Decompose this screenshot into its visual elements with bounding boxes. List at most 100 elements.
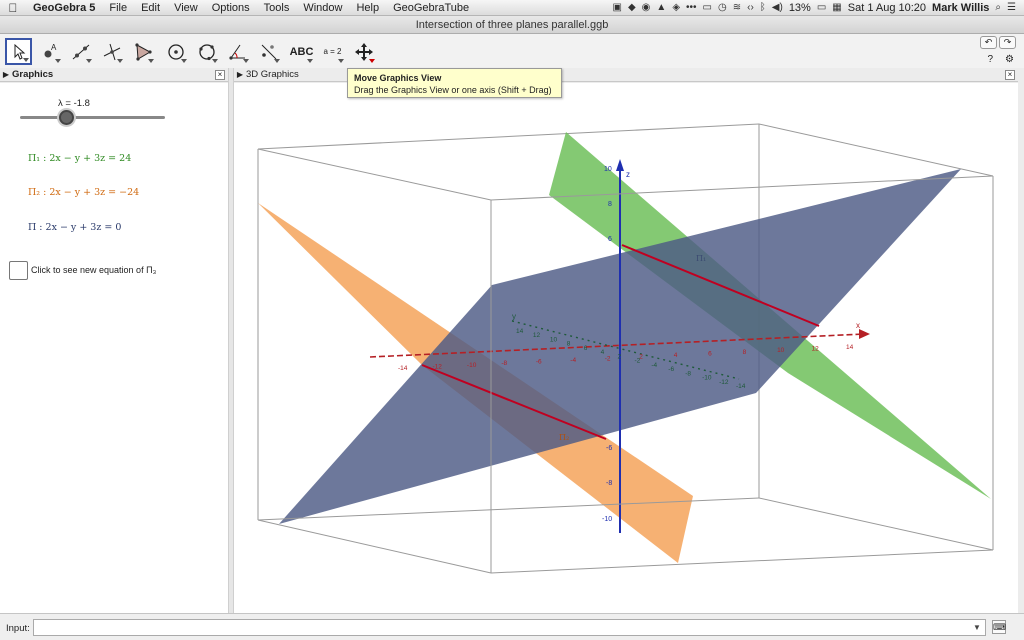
menu-app-name[interactable]: GeoGebra 5: [26, 2, 102, 14]
y-tick-label: 2: [618, 353, 622, 360]
circle-tool-button[interactable]: [162, 38, 189, 65]
dropbox-icon[interactable]: ▣: [613, 2, 622, 13]
volume-icon[interactable]: ◀): [772, 2, 783, 13]
plane-pi-equation[interactable]: Π : 2x − y + 3z = 0: [28, 222, 121, 233]
x-tick-label: -4: [570, 357, 576, 364]
spotlight-icon[interactable]: ⌕: [995, 2, 1001, 13]
line-tool-button[interactable]: [67, 38, 94, 65]
new-equation-checkbox[interactable]: [9, 261, 28, 280]
graphics-panel-header: ▶ Graphics ×: [0, 68, 228, 82]
lambda-slider-track[interactable]: [20, 116, 165, 119]
apple-icon[interactable]: : [0, 1, 26, 15]
code-icon[interactable]: ‹›: [747, 2, 754, 13]
polygon-tool-button[interactable]: [129, 38, 156, 65]
keyboard-icon[interactable]: ⌨: [992, 620, 1006, 634]
angle-tool-button[interactable]: [224, 38, 251, 65]
battery-percent[interactable]: 13%: [789, 2, 811, 14]
redo-button[interactable]: ↷: [999, 36, 1016, 49]
z-tick-label: 6: [608, 236, 612, 243]
flag-icon[interactable]: ▦: [832, 2, 841, 13]
notification-center-icon[interactable]: ☰: [1007, 2, 1016, 13]
x-tick-label: -14: [398, 365, 408, 372]
menu-options[interactable]: Options: [205, 2, 257, 14]
perpendicular-line-tool-button[interactable]: [98, 38, 125, 65]
menu-geogebratube[interactable]: GeoGebraTube: [386, 2, 476, 14]
ellipsis-icon[interactable]: •••: [686, 2, 697, 13]
plane-pi1-equation[interactable]: Π₁ : 2x − y + 3z = 24: [28, 153, 131, 164]
x-tick-label: 6: [708, 350, 712, 357]
drive-icon[interactable]: ▲: [656, 2, 666, 13]
redo-icon: ↷: [1003, 37, 1012, 47]
gear-icon[interactable]: ⚙: [1005, 54, 1014, 65]
close-icon[interactable]: ×: [1005, 70, 1015, 80]
x-tick-label: 8: [743, 349, 747, 356]
collapse-arrow-icon[interactable]: ▶: [234, 68, 246, 82]
help-button[interactable]: ?: [987, 54, 993, 65]
y-tick-label: -2: [634, 358, 640, 365]
y-tick-label: 4: [601, 349, 605, 356]
mac-menu-bar:  GeoGebra 5 File Edit View Options Tool…: [0, 0, 1024, 16]
z-tick-label: 10: [604, 166, 612, 173]
menubar-user[interactable]: Mark Willis: [932, 2, 989, 14]
lambda-slider-handle[interactable]: [59, 110, 74, 125]
x-tick-label: -10: [467, 362, 477, 369]
slider-tool-button[interactable]: a = 2: [319, 38, 346, 65]
x-axis-arrow-icon: [859, 329, 870, 339]
plane-pi2-equation[interactable]: Π₂ : 2x − y + 3z = −24: [28, 187, 139, 198]
plane-pi2-label: Π₂: [559, 433, 569, 442]
reflect-tool-button[interactable]: [255, 38, 282, 65]
tooltip-body: Drag the Graphics View or one axis (Shif…: [354, 85, 552, 95]
3d-graphics-view[interactable]: z x y Π₁ Π₂ 10 8 6 -6 -8 -10 -14 -12 -10 -8…: [234, 83, 1018, 613]
z-tick-label: -6: [606, 445, 612, 452]
menu-help[interactable]: Help: [349, 2, 386, 14]
y-axis-label: y: [512, 312, 516, 321]
menu-view[interactable]: View: [167, 2, 205, 14]
menu-file[interactable]: File: [102, 2, 134, 14]
text-tool-button[interactable]: ABC: [288, 38, 315, 65]
chevron-down-icon[interactable]: ▼: [973, 623, 981, 632]
search-app-icon[interactable]: ◈: [672, 2, 680, 13]
input-field[interactable]: [33, 619, 986, 636]
text-tool-label: ABC: [289, 45, 314, 58]
collapse-arrow-icon[interactable]: ▶: [0, 68, 12, 82]
menubar-clock[interactable]: Sat 1 Aug 10:20: [848, 2, 926, 14]
close-icon[interactable]: ×: [215, 70, 225, 80]
battery-icon[interactable]: ▭: [817, 2, 826, 13]
evernote-icon[interactable]: ◆: [628, 2, 636, 13]
menu-window[interactable]: Window: [296, 2, 349, 14]
wifi-icon[interactable]: ≋: [733, 2, 741, 13]
undo-redo-group: ↶ ↷: [980, 36, 1016, 49]
3d-graphics-panel-title: 3D Graphics: [246, 69, 299, 80]
x-tick-label: 12: [812, 346, 820, 353]
bluetooth-icon[interactable]: ᛒ: [760, 2, 766, 13]
z-tick-label: 8: [608, 201, 612, 208]
y-tick-label: 6: [584, 345, 588, 352]
x-tick-label: -8: [501, 360, 507, 367]
move-tool-button[interactable]: [5, 38, 32, 65]
new-equation-checkbox-label[interactable]: Click to see new equation of Π₃: [31, 265, 156, 275]
y-tick-label: -12: [719, 379, 729, 386]
y-tick-label: -14: [736, 383, 746, 390]
status-area: ▣ ◆ ◉ ▲ ◈ ••• ▭ ◷ ≋ ‹› ᛒ ◀) 13% ▭ ▦ Sat …: [613, 2, 1024, 14]
circle-through-points-tool-button[interactable]: [193, 38, 220, 65]
z-tick-label: -8: [606, 480, 612, 487]
z-tick-label: -10: [602, 516, 612, 523]
menu-tools[interactable]: Tools: [257, 2, 297, 14]
right-collapse-strip[interactable]: [1018, 68, 1024, 613]
z-axis-label: z: [626, 170, 630, 179]
help-settings-row: ? ⚙: [987, 54, 1014, 65]
sync-icon[interactable]: ◉: [642, 2, 651, 13]
menu-edit[interactable]: Edit: [134, 2, 167, 14]
y-tick-label: 14: [516, 328, 524, 335]
move-graphics-view-tool-button[interactable]: [350, 38, 377, 65]
3d-scene[interactable]: z x y Π₁ Π₂ 10 8 6 -6 -8 -10 -14 -12 -10 -8…: [234, 83, 1018, 613]
undo-button[interactable]: ↶: [980, 36, 997, 49]
y-tick-label: 8: [567, 341, 571, 348]
graphics-view[interactable]: λ = -1.8 Π₁ : 2x − y + 3z = 24 Π₂ : 2x −…: [0, 83, 228, 613]
airplay-icon[interactable]: ▭: [703, 2, 712, 13]
y-tick-label: -4: [651, 362, 657, 369]
point-tool-button[interactable]: A: [36, 38, 63, 65]
y-tick-label: 12: [533, 332, 541, 339]
input-label: Input:: [6, 623, 30, 634]
time-machine-icon[interactable]: ◷: [718, 2, 727, 13]
